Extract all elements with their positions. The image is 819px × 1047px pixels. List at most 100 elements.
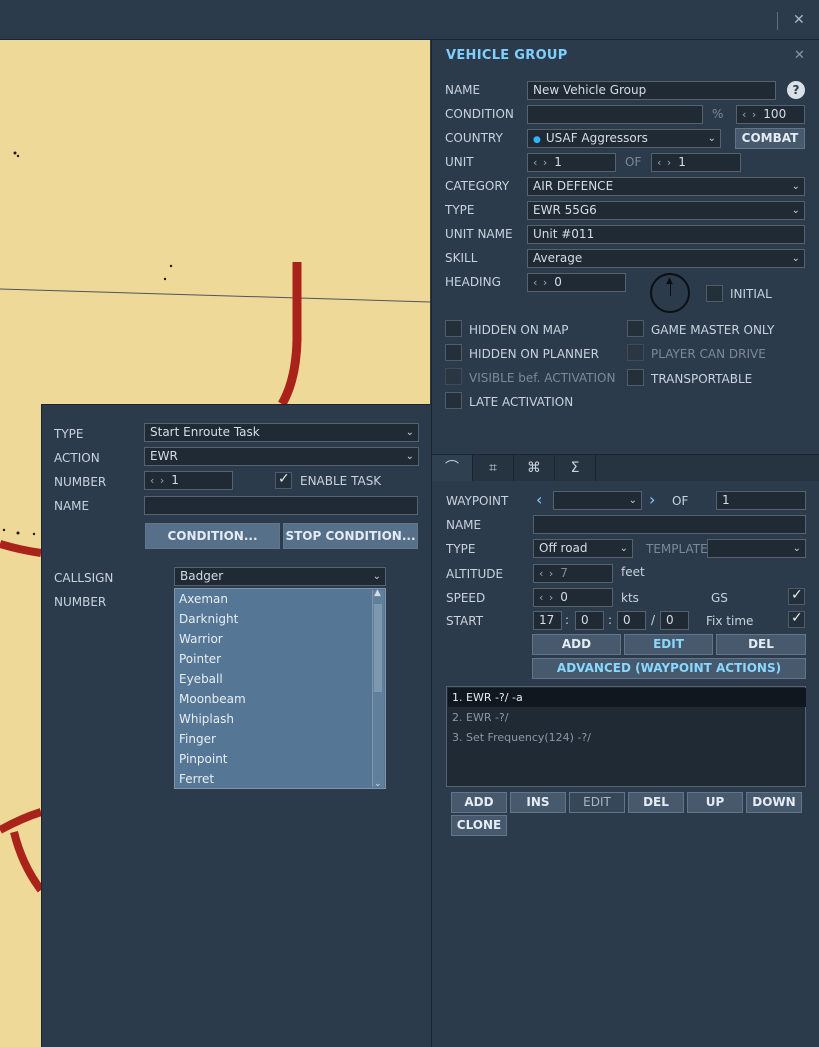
- time-slash: /: [651, 613, 656, 627]
- hidden-on-planner-checkbox[interactable]: [445, 344, 462, 361]
- map-unit-marker: [13, 151, 17, 155]
- target-icon[interactable]: ⌗: [473, 455, 514, 481]
- waypoint-del-button[interactable]: DEL: [716, 634, 806, 655]
- start-seconds-input[interactable]: 0: [617, 611, 646, 630]
- close-icon[interactable]: ✕: [793, 12, 805, 28]
- scrollbar[interactable]: ▲ ⌄: [372, 588, 384, 789]
- list-item[interactable]: Darknight: [179, 612, 238, 626]
- country-value: USAF Aggressors: [545, 131, 648, 145]
- list-item[interactable]: Pointer: [179, 652, 221, 666]
- action-add-button[interactable]: ADD: [451, 792, 507, 813]
- condition-input[interactable]: [527, 105, 703, 124]
- type-select[interactable]: EWR 55G6 ⌄: [527, 201, 805, 220]
- unit-value: 1: [554, 155, 562, 169]
- task-type-label: TYPE: [54, 427, 84, 441]
- spinner-arrows-icon[interactable]: ‹ ›: [657, 156, 672, 169]
- chevron-down-icon: ⌄: [791, 205, 800, 216]
- unit-spinner[interactable]: ‹ › 1: [527, 153, 616, 172]
- scroll-down-icon[interactable]: ⌄: [374, 779, 382, 789]
- list-item[interactable]: Ferret: [179, 772, 214, 786]
- spinner-arrows-icon[interactable]: ‹ ›: [539, 567, 554, 580]
- action-down-button[interactable]: DOWN: [746, 792, 802, 813]
- altitude-spinner[interactable]: ‹ › 7: [533, 564, 613, 583]
- condition-button[interactable]: CONDITION...: [145, 523, 280, 549]
- start-days-input[interactable]: 0: [660, 611, 689, 630]
- close-icon[interactable]: ✕: [794, 48, 805, 63]
- speed-spinner[interactable]: ‹ › 0: [533, 588, 613, 607]
- hidden-on-map-checkbox[interactable]: [445, 320, 462, 337]
- late-activation-checkbox[interactable]: [445, 392, 462, 409]
- list-item[interactable]: Axeman: [179, 592, 228, 606]
- chevron-down-icon: ⌄: [707, 133, 716, 144]
- start-hours-input[interactable]: 17: [533, 611, 562, 630]
- condition-percent-value: 100: [763, 107, 787, 121]
- task-action-select[interactable]: EWR ⌄: [144, 447, 419, 466]
- waypoint-count-field: 1: [716, 491, 806, 510]
- skill-value: Average: [533, 251, 583, 265]
- waypoint-select[interactable]: ⌄: [553, 491, 642, 510]
- waypoint-actions-list[interactable]: 1. EWR -?/ -a 2. EWR -?/ 3. Set Frequenc…: [446, 686, 806, 787]
- list-item[interactable]: Pinpoint: [179, 752, 228, 766]
- action-ins-button[interactable]: INS: [510, 792, 566, 813]
- route-icon[interactable]: ⌒: [432, 455, 473, 481]
- list-item[interactable]: Eyeball: [179, 672, 223, 686]
- transportable-checkbox[interactable]: [627, 369, 644, 386]
- chevron-left-icon[interactable]: ‹: [536, 490, 542, 509]
- list-item[interactable]: Whiplash: [179, 712, 234, 726]
- waypoint-edit-button[interactable]: EDIT: [624, 634, 713, 655]
- altitude-label: ALTITUDE: [446, 567, 504, 581]
- enable-task-checkbox[interactable]: ✓: [275, 471, 292, 489]
- spinner-arrows-icon[interactable]: ‹ ›: [150, 474, 165, 487]
- unit-count-spinner[interactable]: ‹ › 1: [651, 153, 741, 172]
- callsign-dropdown-list[interactable]: Axeman Darknight Warrior Pointer Eyeball…: [174, 588, 386, 789]
- action-up-button[interactable]: UP: [687, 792, 743, 813]
- advanced-waypoint-actions-button[interactable]: ADVANCED (WAYPOINT ACTIONS): [532, 658, 806, 679]
- unit-name-input[interactable]: Unit #011: [527, 225, 805, 244]
- waypoint-type-value: Off road: [539, 541, 588, 555]
- condition-percent-spinner[interactable]: ‹ › 100: [736, 105, 805, 124]
- task-type-select[interactable]: Start Enroute Task ⌄: [144, 423, 419, 442]
- task-number-spinner[interactable]: ‹ › 1: [144, 471, 233, 490]
- visible-before-activation-checkbox[interactable]: [445, 368, 462, 385]
- category-select[interactable]: AIR DEFENCE ⌄: [527, 177, 805, 196]
- waypoint-name-input[interactable]: [533, 515, 806, 534]
- list-item[interactable]: Warrior: [179, 632, 223, 646]
- list-item[interactable]: 3. Set Frequency(124) -?/: [448, 728, 806, 747]
- skill-select[interactable]: Average ⌄: [527, 249, 805, 268]
- gs-checkbox[interactable]: ✓: [788, 587, 805, 605]
- combat-button[interactable]: COMBAT: [735, 128, 805, 149]
- fix-time-checkbox[interactable]: ✓: [788, 610, 805, 628]
- waypoint-add-button[interactable]: ADD: [532, 634, 621, 655]
- action-del-button[interactable]: DEL: [628, 792, 684, 813]
- spinner-arrows-icon[interactable]: ‹ ›: [539, 591, 554, 604]
- scrollbar-thumb[interactable]: [374, 604, 382, 692]
- heading-label: HEADING: [445, 275, 501, 289]
- summary-icon[interactable]: Σ: [555, 455, 596, 481]
- list-item[interactable]: 1. EWR -?/ -a: [448, 688, 806, 707]
- stop-condition-button[interactable]: STOP CONDITION...: [283, 523, 418, 549]
- action-clone-button[interactable]: CLONE: [451, 815, 507, 836]
- game-master-only-checkbox[interactable]: [627, 320, 644, 337]
- scroll-up-icon[interactable]: ▲: [374, 588, 381, 598]
- spinner-arrows-icon[interactable]: ‹ ›: [533, 276, 548, 289]
- heading-compass[interactable]: ▲: [650, 273, 690, 313]
- list-item[interactable]: Finger: [179, 732, 216, 746]
- chevron-right-icon[interactable]: ›: [649, 490, 655, 509]
- template-select[interactable]: ⌄: [707, 539, 806, 558]
- initial-checkbox[interactable]: [706, 285, 723, 302]
- action-edit-button[interactable]: EDIT: [569, 792, 625, 813]
- command-icon[interactable]: ⌘: [514, 455, 555, 481]
- player-can-drive-checkbox[interactable]: [627, 344, 644, 361]
- start-minutes-input[interactable]: 0: [575, 611, 604, 630]
- spinner-arrows-icon[interactable]: ‹ ›: [533, 156, 548, 169]
- list-item[interactable]: 2. EWR -?/: [448, 708, 806, 727]
- spinner-arrows-icon[interactable]: ‹ ›: [742, 108, 757, 121]
- callsign-select[interactable]: Badger ⌄: [174, 567, 386, 586]
- group-name-input[interactable]: New Vehicle Group: [527, 81, 776, 100]
- country-select[interactable]: ● USAF Aggressors ⌄: [527, 129, 721, 148]
- waypoint-type-select[interactable]: Off road ⌄: [533, 539, 633, 558]
- list-item[interactable]: Moonbeam: [179, 692, 246, 706]
- heading-spinner[interactable]: ‹ › 0: [527, 273, 626, 292]
- help-icon[interactable]: ?: [787, 81, 805, 99]
- task-name-input[interactable]: [144, 496, 418, 515]
